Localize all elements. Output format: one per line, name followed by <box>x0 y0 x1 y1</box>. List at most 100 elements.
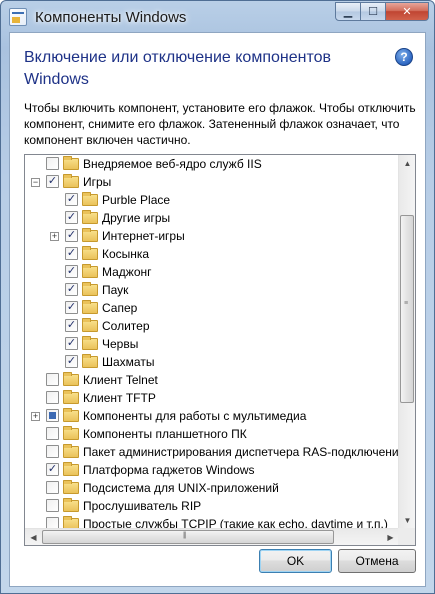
feature-checkbox[interactable]: ✓ <box>65 319 78 332</box>
folder-icon <box>63 462 79 476</box>
tree-item[interactable]: ✓ Платформа гаджетов Windows <box>25 461 399 479</box>
help-icon[interactable]: ? <box>395 48 413 66</box>
tree-item-label: Другие игры <box>102 211 171 225</box>
tree-item[interactable]: + Компоненты для работы с мультимедиа <box>25 407 399 425</box>
tree-item-label: Клиент TFTP <box>83 391 156 405</box>
title-bar[interactable]: Компоненты Windows ▁ ☐ ✕ <box>1 1 434 33</box>
folder-icon <box>82 210 98 224</box>
feature-checkbox[interactable]: ✓ <box>46 175 59 188</box>
feature-checkbox[interactable]: ✓ <box>65 283 78 296</box>
tree-item[interactable]: ✓ Шахматы <box>25 353 399 371</box>
tree-item-label: Компоненты для работы с мультимедиа <box>83 409 307 423</box>
tree-item[interactable]: ✓ Сапер <box>25 299 399 317</box>
feature-checkbox[interactable] <box>46 157 59 170</box>
folder-icon <box>63 498 79 512</box>
tree-item[interactable]: ✓ Маджонг <box>25 263 399 281</box>
feature-checkbox[interactable]: ✓ <box>65 211 78 224</box>
feature-checkbox[interactable] <box>46 409 59 422</box>
feature-checkbox[interactable]: ✓ <box>65 301 78 314</box>
tree-item-label: Пакет администрирования диспетчера RAS-п… <box>83 445 399 459</box>
feature-checkbox[interactable] <box>46 445 59 458</box>
tree-item-label: Прослушиватель RIP <box>83 499 202 513</box>
minimize-icon: ▁ <box>343 6 353 18</box>
caption-buttons: ▁ ☐ ✕ <box>335 2 429 22</box>
scroll-down-arrow-icon[interactable]: ▼ <box>399 512 415 529</box>
cancel-button[interactable]: Отмена <box>338 549 416 573</box>
feature-checkbox[interactable]: ✓ <box>46 463 59 476</box>
tree-item[interactable]: ✓ Червы <box>25 335 399 353</box>
tree-item[interactable]: ✓ Purble Place <box>25 191 399 209</box>
tree-item[interactable]: ✓ Солитер <box>25 317 399 335</box>
feature-checkbox[interactable] <box>46 481 59 494</box>
horizontal-scrollbar[interactable]: ◀ ||| ▶ <box>25 528 399 545</box>
tree-item[interactable]: Простые службы TCPIP (такие как echo, da… <box>25 515 399 529</box>
feature-checkbox[interactable] <box>46 373 59 386</box>
maximize-button[interactable]: ☐ <box>360 2 386 21</box>
components-window-icon <box>9 8 27 26</box>
folder-icon <box>63 156 79 170</box>
collapse-icon[interactable]: − <box>31 178 40 187</box>
tree-item[interactable]: + ✓ Интернет-игры <box>25 227 399 245</box>
tree-list: Внедряемое веб-ядро служб IIS − ✓ Игры ✓ Purb… <box>25 155 399 529</box>
tree-viewport: Внедряемое веб-ядро служб IIS − ✓ Игры ✓ Purb… <box>25 155 399 529</box>
tree-item-label: Сапер <box>102 301 138 315</box>
minimize-button[interactable]: ▁ <box>335 2 361 21</box>
dialog-content: Включение или отключение компонентов Win… <box>9 32 426 587</box>
feature-checkbox[interactable]: ✓ <box>65 229 78 242</box>
scrollbar-corner <box>398 528 415 545</box>
tree-item[interactable]: Пакет администрирования диспетчера RAS-п… <box>25 443 399 461</box>
folder-icon <box>63 444 79 458</box>
tree-item[interactable]: Компоненты планшетного ПК <box>25 425 399 443</box>
tree-item[interactable]: − ✓ Игры <box>25 173 399 191</box>
expand-icon[interactable]: + <box>50 232 59 241</box>
tree-item-label: Косынка <box>102 247 150 261</box>
grip-icon: ≡ <box>404 300 409 307</box>
folder-icon <box>63 426 79 440</box>
horizontal-scroll-thumb[interactable]: ||| <box>42 530 334 544</box>
close-button[interactable]: ✕ <box>385 2 429 21</box>
folder-icon <box>82 318 98 332</box>
feature-checkbox[interactable] <box>46 427 59 440</box>
expand-icon[interactable]: + <box>31 412 40 421</box>
tree-item[interactable]: Прослушиватель RIP <box>25 497 399 515</box>
tree-item[interactable]: ✓ Косынка <box>25 245 399 263</box>
feature-checkbox[interactable] <box>46 499 59 512</box>
feature-checkbox[interactable]: ✓ <box>65 265 78 278</box>
tree-item-label: Внедряемое веб-ядро служб IIS <box>83 157 262 171</box>
tree-item[interactable]: Клиент Telnet <box>25 371 399 389</box>
tree-item-label: Паук <box>102 283 129 297</box>
ok-button[interactable]: OK <box>259 549 332 573</box>
feature-checkbox[interactable] <box>46 391 59 404</box>
maximize-icon: ☐ <box>368 6 378 18</box>
tree-item-label: Интернет-игры <box>102 229 185 243</box>
page-title: Включение или отключение компонентов Win… <box>24 49 331 88</box>
tree-item-label: Подсистема для UNIX-приложений <box>83 481 279 495</box>
feature-checkbox[interactable]: ✓ <box>65 247 78 260</box>
folder-icon <box>82 246 98 260</box>
scroll-up-arrow-icon[interactable]: ▲ <box>399 155 415 172</box>
folder-icon <box>82 300 98 314</box>
tree-item-label: Шахматы <box>102 355 155 369</box>
feature-checkbox[interactable]: ✓ <box>65 193 78 206</box>
tree-item[interactable]: ✓ Паук <box>25 281 399 299</box>
scroll-right-arrow-icon[interactable]: ▶ <box>382 529 399 545</box>
tree-item[interactable]: Подсистема для UNIX-приложений <box>25 479 399 497</box>
features-tree[interactable]: Внедряемое веб-ядро служб IIS − ✓ Игры ✓ Purb… <box>24 154 416 546</box>
folder-icon <box>82 228 98 242</box>
tree-item-label: Маджонг <box>102 265 152 279</box>
tree-item-label: Компоненты планшетного ПК <box>83 427 247 441</box>
tree-item[interactable]: ✓ Другие игры <box>25 209 399 227</box>
dialog-window: Компоненты Windows ▁ ☐ ✕ Включение или о… <box>0 0 435 594</box>
feature-checkbox[interactable]: ✓ <box>65 337 78 350</box>
tree-item[interactable]: Внедряемое веб-ядро служб IIS <box>25 155 399 173</box>
tree-item-label: Червы <box>102 337 139 351</box>
tree-item-label: Солитер <box>102 319 150 333</box>
tree-item-label: Purble Place <box>102 193 171 207</box>
tree-item[interactable]: Клиент TFTP <box>25 389 399 407</box>
vertical-scrollbar[interactable]: ▲ ≡ ▼ <box>398 155 415 529</box>
tree-item-label: Клиент Telnet <box>83 373 158 387</box>
folder-icon <box>82 264 98 278</box>
feature-checkbox[interactable]: ✓ <box>65 355 78 368</box>
vertical-scroll-thumb[interactable]: ≡ <box>400 215 414 403</box>
scroll-left-arrow-icon[interactable]: ◀ <box>25 529 42 545</box>
